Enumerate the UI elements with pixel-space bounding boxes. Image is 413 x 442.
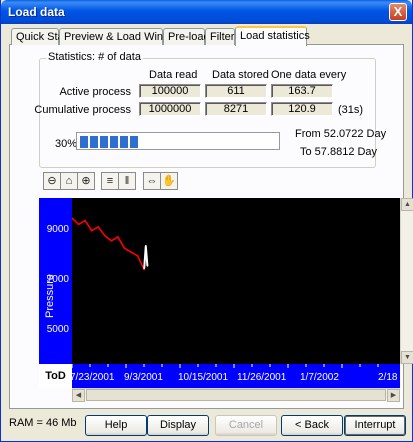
back-button[interactable]: < Back — [281, 415, 343, 436]
scroll-up-icon[interactable]: ▲ — [401, 198, 413, 211]
title-bar[interactable]: Load data X — [1, 0, 412, 24]
chart-vertical-scrollbar[interactable]: ▲ ▼ — [400, 198, 413, 364]
series-point — [130, 251, 132, 253]
series-point — [143, 267, 145, 270]
y-axis-band: Pressure 9000 7000 5000 — [39, 198, 72, 364]
progress-block — [110, 136, 118, 148]
x-tick-label: 11/26/2001 — [237, 372, 287, 383]
ram-usage-label: RAM = 46 Mb — [9, 417, 77, 429]
chart-horizontal-scrollbar[interactable]: ◀ ▶ — [72, 388, 400, 402]
series-point — [90, 229, 93, 232]
progress-block — [130, 136, 138, 148]
scroll-down-icon[interactable]: ▼ — [401, 351, 413, 364]
y-axis-svg: Pressure 9000 7000 5000 — [44, 224, 70, 335]
progress-block — [100, 136, 108, 148]
plot-area[interactable] — [71, 198, 400, 364]
cumulative-duration-label: (31s) — [338, 104, 364, 116]
cumulative-process-label: Cumulative process — [34, 104, 131, 116]
x-tick-label: 9/3/2001 — [124, 372, 163, 383]
progress-block — [90, 136, 98, 148]
auto-range-icon[interactable]: ⇔ — [143, 172, 161, 190]
range-to-label: To 57.8812 Day — [300, 146, 378, 158]
x-tick-label: 2/18 — [378, 372, 398, 383]
help-button[interactable]: Help — [85, 415, 147, 436]
x-axis-label: ToD — [39, 364, 72, 388]
load-progress-bar — [76, 132, 280, 150]
axis-markers-icon[interactable]: ‖ — [118, 172, 136, 190]
tab-quick-stats[interactable]: Quick Stats — [11, 28, 72, 45]
progress-block — [80, 136, 88, 148]
zoom-in-icon[interactable]: ⊕ — [77, 172, 95, 190]
range-from-label: From 52.0722 Day — [295, 128, 387, 140]
cumulative-one-data-every-value: 120.9 — [271, 102, 333, 116]
series-line — [143, 245, 149, 269]
x-axis-band: 7/23/2001 9/3/2001 10/15/2001 11/26/2001… — [70, 364, 400, 388]
progress-percent-label: 30% — [55, 138, 78, 150]
series-point — [110, 239, 113, 242]
active-one-data-every-value: 163.7 — [271, 84, 333, 98]
series-line — [71, 217, 145, 271]
series-point — [136, 255, 139, 257]
y-tick-label: 7000 — [47, 274, 70, 285]
tab-preview-load-window[interactable]: Preview & Load Window — [59, 28, 183, 45]
col-header-data-read: Data read — [149, 69, 198, 81]
x-axis-ticks — [71, 364, 379, 368]
y-tick-label: 9000 — [47, 224, 70, 235]
tab-pre-load[interactable]: Pre-load — [163, 28, 210, 45]
series-point — [146, 265, 149, 267]
horizontal-scroll-thumb[interactable] — [86, 389, 386, 401]
window-title: Load data — [8, 5, 65, 19]
y-tick-label: 5000 — [47, 324, 70, 335]
tab-filters[interactable]: Filters — [205, 28, 240, 45]
plot-svg — [71, 217, 149, 271]
tab-load-statistics[interactable]: Load statistics — [235, 26, 310, 46]
zoom-out-icon[interactable]: ⊖ — [43, 172, 61, 190]
x-tick-label: 10/15/2001 — [178, 372, 228, 383]
col-header-data-stored: Data stored — [212, 69, 269, 81]
cumulative-data-read-value: 1000000 — [139, 102, 201, 116]
col-header-one-data-every: One data every — [271, 69, 347, 81]
active-process-label: Active process — [59, 86, 131, 98]
progress-block — [120, 136, 128, 148]
active-data-read-value: 100000 — [139, 84, 201, 98]
x-axis-svg: 7/23/2001 9/3/2001 10/15/2001 11/26/2001… — [70, 364, 398, 383]
statistics-group-title: Statistics: # of data — [46, 51, 143, 63]
cancel-button[interactable]: Cancel — [215, 415, 277, 436]
cumulative-data-stored-value: 8271 — [205, 102, 267, 116]
active-data-stored-value: 611 — [205, 84, 267, 98]
series-point — [117, 236, 119, 238]
pressure-chart: Pressure 9000 7000 5000 ToD 7/23/2001 9/… — [39, 198, 413, 402]
zoom-fit-icon[interactable]: ⌂ — [60, 172, 78, 190]
series-point — [104, 234, 106, 237]
series-point — [77, 223, 80, 226]
x-tick-label: 7/23/2001 — [72, 372, 115, 383]
close-button[interactable]: X — [389, 3, 407, 21]
display-button[interactable]: Display — [147, 415, 209, 436]
series-point — [97, 226, 100, 228]
series-point — [84, 219, 86, 222]
scroll-right-icon[interactable]: ▶ — [387, 389, 400, 402]
series-point — [145, 244, 147, 247]
scroll-left-icon[interactable]: ◀ — [72, 389, 85, 402]
load-data-window: Load data X Quick Stats Preview & Load W… — [0, 0, 413, 442]
x-tick-label: 1/7/2002 — [300, 372, 339, 383]
axis-scale-icon[interactable]: ≡ — [101, 172, 119, 190]
interrupt-button[interactable]: Interrupt — [344, 415, 406, 436]
series-point — [123, 247, 126, 250]
pan-hand-icon[interactable]: ✋ — [160, 172, 178, 190]
